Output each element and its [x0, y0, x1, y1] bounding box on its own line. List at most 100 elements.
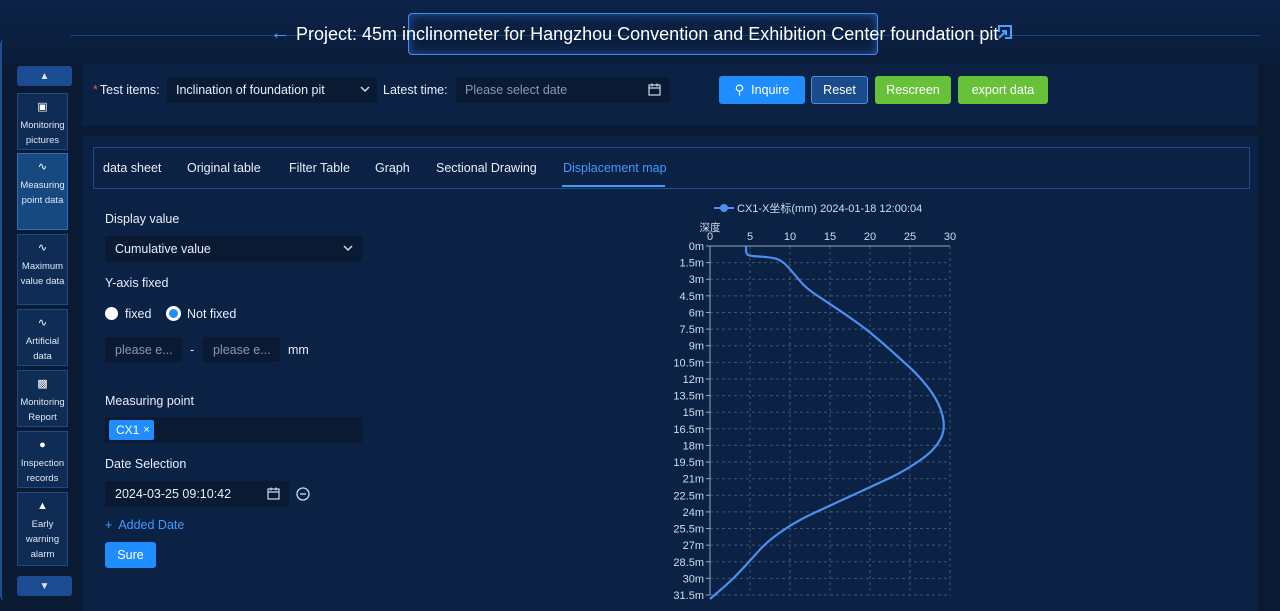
- sidebar-item-maximum-value-data[interactable]: ∿ Maximum value data: [17, 234, 68, 305]
- y-tick-label: 10.5m: [673, 357, 704, 369]
- y-axis-min-input[interactable]: please e...: [105, 337, 182, 362]
- chart-legend[interactable]: CX1-X坐标(mm) 2024-01-18 12:00:04: [714, 201, 922, 215]
- y-axis-max-input[interactable]: please e...: [203, 337, 280, 362]
- date-selection-value: 2024-03-25 09:10:42: [115, 487, 232, 501]
- date-selection-label: Date Selection: [105, 457, 187, 471]
- y-axis-min-placeholder: please e...: [115, 343, 173, 357]
- range-separator: -: [190, 343, 195, 357]
- y-tick-label: 18m: [683, 440, 704, 452]
- y-tick-label: 13.5m: [673, 391, 704, 403]
- display-value-selected: Cumulative value: [115, 242, 211, 256]
- range-unit-label: mm: [288, 343, 309, 357]
- test-items-value: Inclination of foundation pit: [176, 83, 325, 97]
- test-items-select[interactable]: Inclination of foundation pit: [167, 77, 377, 103]
- pulse-icon: ∿: [37, 242, 48, 254]
- x-tick-label: 0: [707, 231, 713, 243]
- latest-time-date-picker[interactable]: Please select date: [456, 77, 670, 103]
- remove-date-icon[interactable]: [296, 487, 310, 501]
- user-gear-icon: ●: [39, 439, 46, 451]
- display-value-select[interactable]: Cumulative value: [105, 236, 362, 262]
- back-arrow-icon[interactable]: ←: [270, 22, 290, 45]
- y-axis-fixed-label: Y-axis fixed: [105, 276, 169, 290]
- tab-data-sheet[interactable]: data sheet: [103, 161, 161, 175]
- sidebar-item-early-warning-alarm[interactable]: ▲ Early warning alarm: [17, 492, 68, 566]
- tab-filter-table[interactable]: Filter Table: [289, 161, 350, 175]
- sidebar-item-measuring-point-data[interactable]: ∿ Measuring point data: [17, 153, 68, 230]
- tab-graph[interactable]: Graph: [375, 161, 410, 175]
- inquire-button[interactable]: ⚲ Inquire: [719, 76, 805, 104]
- sidebar-item-label: Monitoring Report: [20, 397, 65, 423]
- y-tick-label: 0m: [689, 241, 704, 253]
- x-tick-label: 10: [784, 231, 796, 243]
- radio-fixed-label[interactable]: fixed: [125, 307, 151, 321]
- legend-label: CX1-X坐标(mm) 2024-01-18 12:00:04: [737, 201, 922, 215]
- radio-not-fixed[interactable]: [166, 306, 181, 321]
- x-tick-label: 30: [944, 231, 956, 243]
- image-icon: ▣: [37, 101, 48, 113]
- measuring-point-select[interactable]: CX1 ×: [105, 417, 362, 443]
- sidebar-scroll-down-button[interactable]: ▼: [17, 576, 72, 596]
- pulse-icon: ∿: [37, 317, 48, 329]
- exit-fullscreen-icon[interactable]: [996, 23, 1014, 41]
- sidebar-item-monitoring-pictures[interactable]: ▣ Monitoring pictures: [17, 93, 68, 150]
- required-asterisk: *: [93, 83, 98, 97]
- sidebar-item-label: Maximum value data: [20, 261, 65, 287]
- y-tick-label: 31.5m: [673, 590, 704, 602]
- pulse-icon: ∿: [37, 161, 48, 173]
- date-selection-picker[interactable]: 2024-03-25 09:10:42: [105, 481, 289, 507]
- sidebar-item-artificial-data[interactable]: ∿ Artificial data: [17, 309, 68, 366]
- y-tick-label: 9m: [689, 341, 704, 353]
- reset-button[interactable]: Reset: [811, 76, 868, 104]
- y-tick-label: 7.5m: [680, 324, 704, 336]
- y-tick-label: 15m: [683, 407, 704, 419]
- search-icon: ⚲: [734, 82, 745, 97]
- legend-marker: [720, 204, 728, 212]
- y-tick-label: 21m: [683, 474, 704, 486]
- active-tab-indicator: [562, 185, 665, 187]
- sidebar-item-monitoring-report[interactable]: ▩ Monitoring Report: [17, 370, 68, 427]
- sure-button[interactable]: Sure: [105, 542, 156, 568]
- y-tick-label: 1.5m: [680, 258, 704, 270]
- chevron-down-icon: [343, 245, 353, 252]
- sidebar-item-label: Early warning alarm: [25, 519, 60, 560]
- series-line-cx1: [709, 245, 945, 600]
- x-tick-label: 15: [824, 231, 836, 243]
- x-tick-label: 5: [747, 231, 753, 243]
- alarm-icon: ▲: [37, 500, 48, 512]
- y-tick-label: 4.5m: [680, 291, 704, 303]
- tab-sectional-drawing[interactable]: Sectional Drawing: [436, 161, 537, 175]
- y-tick-label: 3m: [689, 274, 704, 286]
- tab-displacement-map[interactable]: Displacement map: [563, 161, 667, 175]
- x-tick-label: 20: [864, 231, 876, 243]
- page-title: Project: 45m inclinometer for Hangzhou C…: [296, 24, 999, 44]
- chevron-down-icon: [360, 86, 370, 93]
- rescreen-button[interactable]: Rescreen: [875, 76, 951, 104]
- plus-icon: +: [105, 518, 113, 532]
- sidebar-item-label: Monitoring pictures: [20, 120, 65, 146]
- sidebar-item-inspection-records[interactable]: ● Inspection records: [17, 431, 68, 488]
- y-tick-label: 16.5m: [673, 424, 704, 436]
- y-tick-label: 27m: [683, 540, 704, 552]
- latest-time-label: Latest time:: [383, 83, 448, 97]
- test-items-label: * Test items:: [93, 83, 160, 97]
- y-tick-label: 28.5m: [673, 557, 704, 569]
- radio-fixed[interactable]: [105, 307, 118, 320]
- calendar-icon: [267, 487, 280, 500]
- sidebar-scroll-up-button[interactable]: ▲: [17, 66, 72, 86]
- added-date-button[interactable]: + Added Date: [105, 518, 184, 532]
- measuring-point-label: Measuring point: [105, 394, 194, 408]
- y-tick-label: 25.5m: [673, 524, 704, 536]
- export-data-button[interactable]: export data: [958, 76, 1048, 104]
- sidebar-item-label: Artificial data: [25, 336, 60, 362]
- y-tick-label: 12m: [683, 374, 704, 386]
- y-tick-label: 22.5m: [673, 490, 704, 502]
- tag-close-icon[interactable]: ×: [143, 424, 149, 436]
- x-tick-label: 25: [904, 231, 916, 243]
- displacement-chart: CX1-X坐标(mm) 2024-01-18 12:00:04 深度 0 5 10 1…: [673, 201, 956, 602]
- y-axis-max-placeholder: please e...: [213, 343, 271, 357]
- sidebar-frame: [0, 40, 8, 600]
- y-tick-label: 19.5m: [673, 457, 704, 469]
- sidebar-item-label: Inspection records: [20, 458, 65, 484]
- tab-original-table[interactable]: Original table: [187, 161, 261, 175]
- radio-not-fixed-label[interactable]: Not fixed: [187, 307, 236, 321]
